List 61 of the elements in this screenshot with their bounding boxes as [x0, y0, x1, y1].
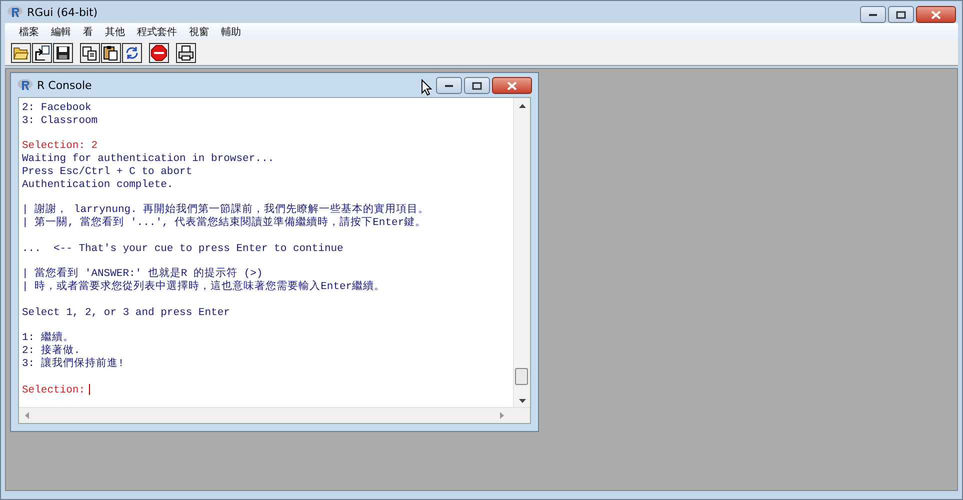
menu-item[interactable]: 輔助 [215, 25, 247, 39]
console-output-line: Press Esc/Ctrl + C to abort [22, 166, 194, 179]
console-output-line: | 第一關, 當您看到 '...', 代表當您結束閱讀並準備繼續時，請按下Enter鍵。 [22, 217, 428, 230]
console-output-line: 3: 讓我們保持前進! [22, 358, 126, 371]
close-button[interactable] [492, 77, 532, 94]
console-output-line: Authentication complete. [22, 178, 174, 192]
toolbar-button[interactable] [122, 43, 142, 63]
console-output-line: ... <-- That's your cue to press Enter to continue [22, 242, 344, 256]
stop-sign-icon [151, 45, 167, 61]
toolbar-button[interactable] [80, 43, 100, 63]
console-output-line: 1: 繼續。 [22, 332, 75, 344]
clipboard-icon [103, 45, 119, 61]
copy-icon [82, 46, 98, 60]
console-output-line: 2: Facebook [22, 102, 92, 115]
minimize-button[interactable] [436, 77, 462, 94]
toolbar-button[interactable] [32, 43, 52, 63]
scroll-thumb[interactable] [515, 368, 528, 385]
left-arrow-icon [25, 412, 29, 419]
console-title: R Console [37, 78, 92, 92]
close-button[interactable] [916, 6, 956, 23]
vertical-scrollbar[interactable] [513, 98, 530, 407]
minimize-icon [868, 12, 878, 16]
console-prompt-line: Selection: [22, 384, 86, 396]
console-output-line: 2: 接著做. [22, 345, 82, 358]
toolbar-button[interactable] [11, 43, 31, 63]
horizontal-scrollbar[interactable] [19, 407, 530, 423]
down-arrow-icon [518, 399, 526, 403]
window-title: RGui (64-bit) [27, 6, 98, 18]
up-arrow-icon [518, 104, 526, 108]
minimize-icon [444, 84, 454, 88]
toolbar-button[interactable] [101, 43, 121, 63]
console-output-line: | 謝謝， larrynung. 再開始我們第一節課前，我們先瞭解一些基本的實用項目。 [22, 204, 430, 216]
printer-icon [178, 45, 194, 61]
console-output-line: Waiting for authentication in browser... [22, 153, 276, 166]
menu-item[interactable]: 編輯 [45, 25, 77, 39]
toolbar-button[interactable] [149, 43, 169, 63]
refresh-icon [124, 45, 140, 61]
toolbar-button[interactable] [176, 43, 196, 63]
toolbar-button[interactable] [53, 43, 73, 63]
menu-item[interactable]: 檔案 [13, 25, 45, 39]
console-output-line: Select 1, 2, or 3 and press Enter [22, 306, 231, 320]
console-output-line: | 時，或者當要求您從列表中選擇時，這也意味著您需要輸入Enter繼續。 [22, 281, 386, 294]
close-icon [507, 82, 517, 90]
maximize-button[interactable] [464, 77, 490, 94]
maximize-icon [472, 82, 482, 90]
minimize-button[interactable] [860, 6, 886, 23]
document-arrow-icon [34, 45, 50, 61]
console-prompt-line: Selection: 2 [22, 140, 98, 152]
close-icon [931, 10, 941, 18]
r-logo-icon [7, 5, 23, 19]
menu-item[interactable]: 程式套件 [131, 25, 183, 39]
maximize-button[interactable] [888, 6, 914, 23]
console-output-line: 3: Classroom [22, 114, 99, 128]
menu-item[interactable]: 視窗 [183, 25, 215, 39]
right-arrow-icon [500, 412, 504, 419]
r-logo-icon [17, 78, 33, 92]
maximize-icon [896, 10, 906, 18]
folder-icon [13, 46, 29, 60]
menu-item[interactable]: 其他 [99, 25, 131, 39]
console-output-line: | 當您看到 'ANSWER:' 也就是R 的提示符 (>) [22, 268, 263, 280]
menu-item[interactable]: 看 [77, 25, 99, 39]
